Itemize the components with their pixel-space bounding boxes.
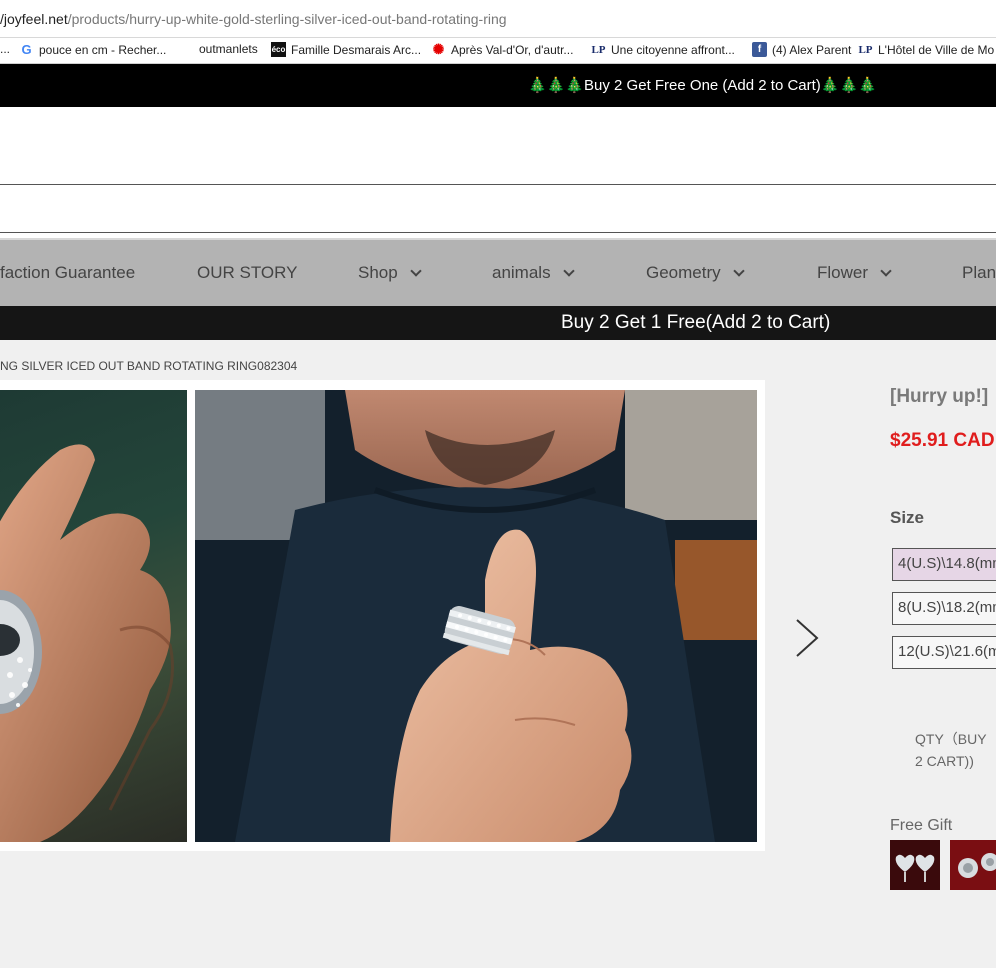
announcement-bar: 🎄🎄🎄Buy 2 Get Free One (Add 2 to Cart)🎄🎄🎄 bbox=[0, 64, 996, 107]
bookmark-label: ... bbox=[0, 42, 11, 56]
heart-earrings-image bbox=[890, 840, 940, 890]
nav-item-label: animals bbox=[492, 263, 551, 282]
chevron-down-icon bbox=[562, 265, 575, 277]
product-image-hand-palm[interactable] bbox=[0, 390, 187, 842]
bookmark-item[interactable]: LP Une citoyenne affront... bbox=[591, 42, 735, 57]
bookmark-item[interactable]: ✺ Après Val-d'Or, d'autr... bbox=[431, 41, 574, 57]
product-price: $25.91 CAD bbox=[890, 430, 995, 451]
bookmark-label: pouce en cm - Recher... bbox=[39, 42, 167, 57]
nav-item-label: faction Guarantee bbox=[0, 263, 136, 282]
size-option-4[interactable]: 4(U.S)\14.8(mm) bbox=[892, 548, 996, 581]
nav-item-satisfaction-guarantee[interactable]: faction Guarantee bbox=[0, 263, 135, 283]
bookmark-label: (4) Alex Parent bbox=[772, 42, 852, 57]
free-gift-thumbnail[interactable] bbox=[890, 840, 940, 890]
google-icon: G bbox=[21, 42, 32, 57]
size-option-8[interactable]: 8(U.S)\18.2(mm) bbox=[892, 592, 996, 625]
header-divider bbox=[0, 232, 996, 233]
chevron-down-icon bbox=[410, 265, 422, 277]
nav-item-label: Flower bbox=[817, 263, 869, 282]
header-divider bbox=[0, 184, 996, 185]
nav-item-plant[interactable]: Plan bbox=[962, 263, 996, 283]
announcement-text: 🎄🎄🎄Buy 2 Get Free One (Add 2 to Cart)🎄🎄🎄 bbox=[528, 77, 877, 94]
gallery-next-arrow[interactable] bbox=[792, 618, 822, 658]
bookmark-item[interactable]: outmanlets bbox=[199, 42, 258, 56]
bookmark-label: outmanlets bbox=[199, 42, 258, 56]
bookmark-item[interactable]: ... bbox=[0, 42, 10, 56]
nav-item-animals[interactable]: animals bbox=[492, 263, 575, 283]
bookmark-label: Famille Desmarais Arc... bbox=[291, 42, 422, 57]
breadcrumb: NG SILVER ICED OUT BAND ROTATING RING082… bbox=[0, 359, 298, 373]
bookmark-item[interactable]: f (4) Alex Parent bbox=[752, 42, 851, 57]
nav-item-flower[interactable]: Flower bbox=[817, 263, 892, 283]
thumbs-up-illustration bbox=[195, 390, 757, 842]
nav-item-label: Geometry bbox=[646, 263, 721, 282]
eco-icon: éco bbox=[271, 42, 286, 57]
facebook-icon: f bbox=[752, 42, 767, 57]
bookmark-item[interactable]: G pouce en cm - Recher... bbox=[19, 42, 166, 57]
cbc-icon: ✺ bbox=[432, 41, 445, 57]
bookmark-label: L'Hôtel de Ville de Mo bbox=[878, 42, 995, 57]
free-gift-label: Free Gift bbox=[890, 817, 953, 834]
chevron-down-icon bbox=[880, 265, 892, 277]
bookmark-label: Une citoyenne affront... bbox=[611, 42, 735, 57]
size-option-label: 12(U.S)\21.6(mm) bbox=[898, 643, 996, 660]
hand-palm-illustration bbox=[0, 444, 174, 842]
bookmark-label: Après Val-d'Or, d'autr... bbox=[451, 42, 574, 57]
size-option-label: 8(U.S)\18.2(mm) bbox=[898, 599, 996, 616]
size-label: Size bbox=[890, 508, 925, 527]
product-gallery bbox=[0, 380, 765, 851]
promo-text: Buy 2 Get 1 Free(Add 2 to Cart) bbox=[561, 312, 831, 333]
nav-item-label: Plan bbox=[962, 263, 996, 282]
site-header bbox=[0, 107, 996, 238]
url-text[interactable]: /joyfeel.net/products/hurry-up-white-gol… bbox=[0, 11, 507, 27]
bookmarks-bar: ... G pouce en cm - Recher... outmanlets… bbox=[0, 38, 996, 64]
nav-item-label: OUR STORY bbox=[197, 263, 298, 282]
product-title: [Hurry up!] bbox=[890, 386, 989, 407]
nav-item-shop[interactable]: Shop bbox=[358, 263, 422, 283]
nav-item-label: Shop bbox=[358, 263, 398, 282]
chevron-down-icon bbox=[732, 265, 745, 277]
size-option-12[interactable]: 12(U.S)\21.6(mm) bbox=[892, 636, 996, 669]
qty-label: QTY（BUY 2 CART)) bbox=[915, 731, 987, 769]
bookmark-item[interactable]: éco Famille Desmarais Arc... bbox=[271, 42, 421, 57]
product-image-thumbs-up[interactable] bbox=[195, 390, 757, 842]
rose-earrings-image bbox=[950, 840, 996, 890]
chevron-right-icon bbox=[796, 619, 819, 657]
promo-bar: Buy 2 Get 1 Free(Add 2 to Cart) bbox=[0, 306, 996, 340]
lp-icon: LP bbox=[858, 43, 873, 56]
lp-icon: LP bbox=[591, 43, 606, 56]
bookmark-item[interactable]: LP L'Hôtel de Ville de Mo bbox=[858, 42, 994, 57]
nav-item-geometry[interactable]: Geometry bbox=[646, 263, 745, 283]
main-navigation: faction Guarantee OUR STORY Shop animals… bbox=[0, 238, 996, 306]
nav-item-our-story[interactable]: OUR STORY bbox=[197, 263, 297, 283]
size-option-label: 4(U.S)\14.8(mm) bbox=[898, 555, 996, 572]
free-gift-thumbnail[interactable] bbox=[950, 840, 996, 890]
browser-url-bar[interactable]: /joyfeel.net/products/hurry-up-white-gol… bbox=[0, 0, 996, 38]
